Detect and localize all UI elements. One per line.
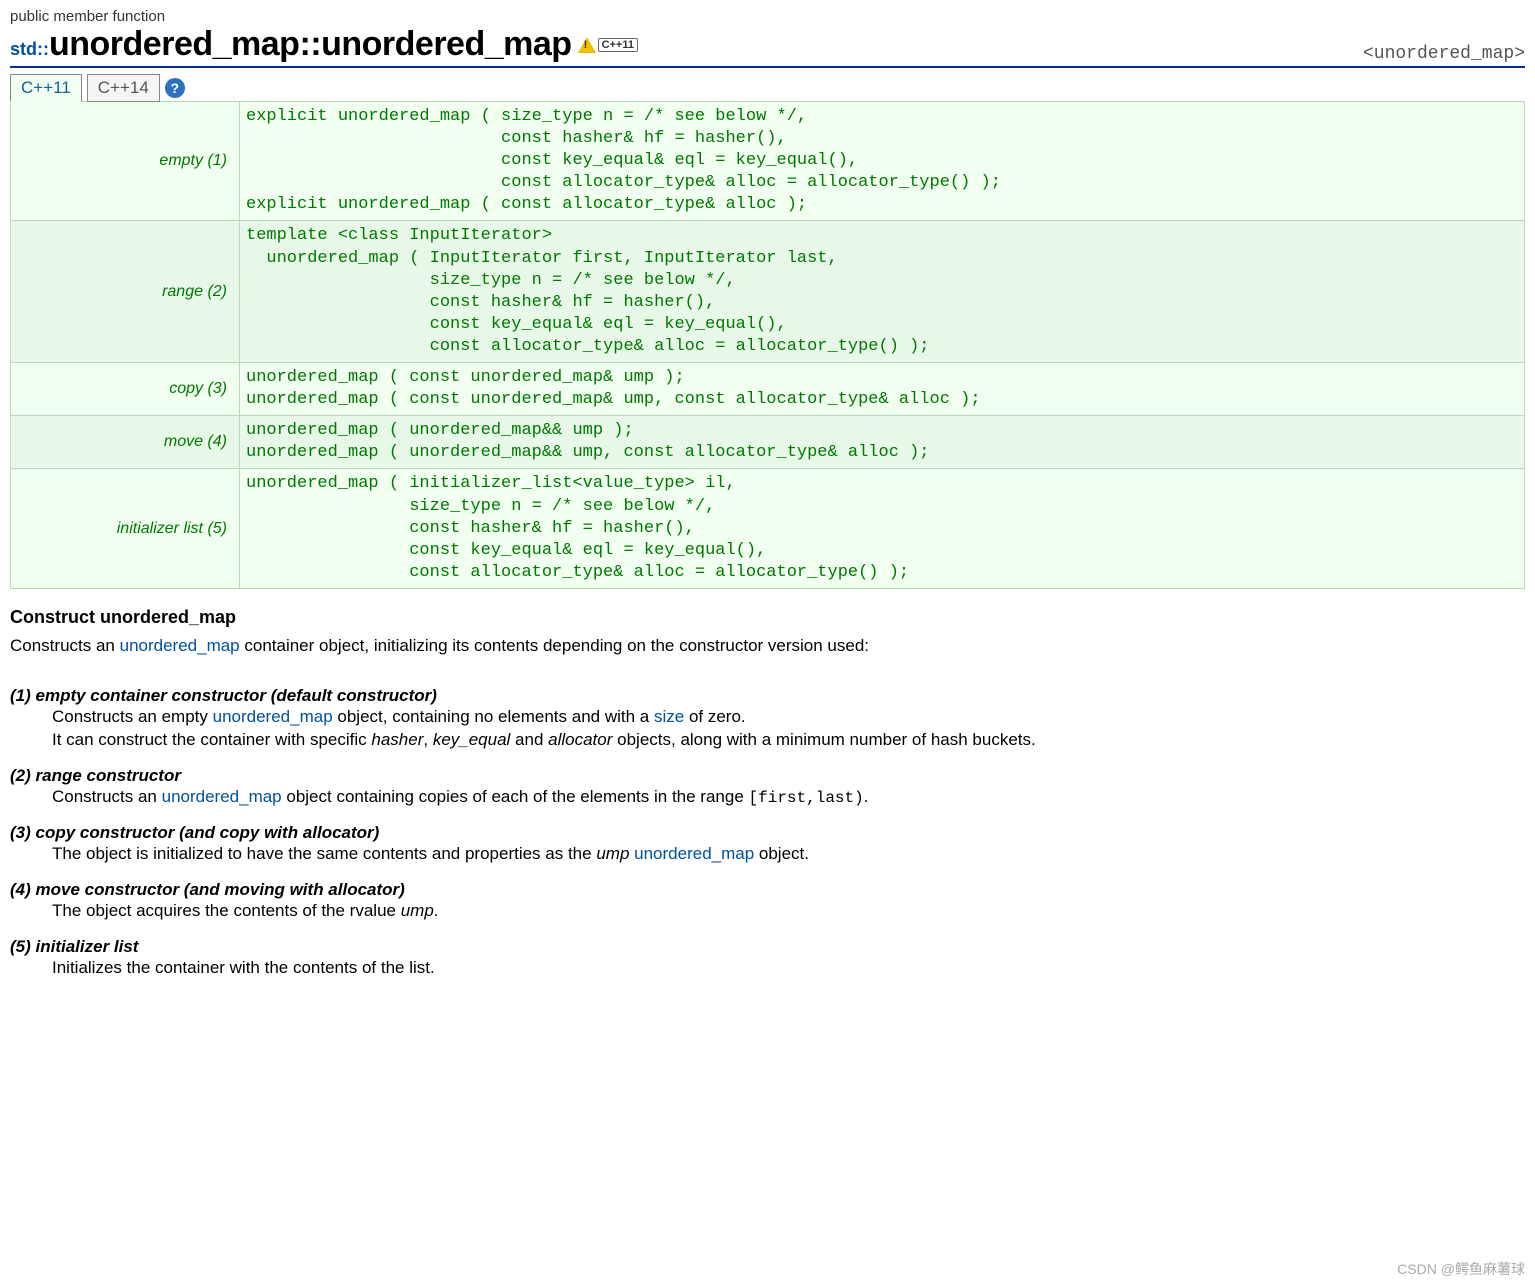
constructor-4-desc: The object acquires the contents of the … [52,900,1525,923]
table-row: move (4) unordered_map ( unordered_map&&… [11,416,1525,469]
desc-text: . [434,901,439,920]
constructor-list: (1) empty container constructor (default… [10,686,1525,980]
constructor-1-title: (1) empty container constructor (default… [10,686,1525,706]
intro-text: container object, initializing its conte… [240,636,869,655]
section-title: Construct unordered_map [10,607,1525,628]
intro-text: Constructs an [10,636,120,655]
desc-text: Constructs an empty [52,707,213,726]
link-size[interactable]: size [654,707,684,726]
prototype-table: empty (1) explicit unordered_map ( size_… [10,101,1525,589]
header-include: <unordered_map> [1363,44,1525,64]
warning-icon[interactable]: C++11 [578,37,638,53]
desc-text: objects, along with a minimum number of … [612,730,1035,749]
desc-text: object, containing no elements and with … [333,707,654,726]
proto-label: initializer list (5) [11,469,240,588]
help-icon[interactable]: ? [165,78,185,98]
namespace-prefix: std:: [10,39,49,59]
proto-code: unordered_map ( unordered_map&& ump ); u… [240,416,1525,469]
subtitle: public member function [10,8,638,25]
constructor-3-desc: The object is initialized to have the sa… [52,843,1525,866]
warning-triangle-icon [578,37,596,53]
constructor-4-title: (4) move constructor (and moving with al… [10,880,1525,900]
desc-em: ump [401,901,434,920]
desc-text: Initializes the container with the conte… [52,958,435,977]
desc-em: hasher [371,730,423,749]
desc-em: ump [596,844,629,863]
tab-cpp14[interactable]: C++14 [87,74,160,102]
table-row: initializer list (5) unordered_map ( ini… [11,469,1525,588]
proto-label: range (2) [11,221,240,363]
proto-code: explicit unordered_map ( size_type n = /… [240,102,1525,221]
desc-text: , [423,730,432,749]
version-tabs: C++11 C++14 ? [10,74,1525,102]
desc-text: It can construct the container with spec… [52,730,371,749]
desc-text: The object acquires the contents of the … [52,901,401,920]
table-row: copy (3) unordered_map ( const unordered… [11,363,1525,416]
constructor-3-title: (3) copy constructor (and copy with allo… [10,823,1525,843]
proto-label: empty (1) [11,102,240,221]
desc-text: of zero. [684,707,745,726]
proto-code: unordered_map ( const unordered_map& ump… [240,363,1525,416]
title-block: public member function std::unordered_ma… [10,8,638,64]
desc-text: object containing copies of each of the … [282,787,749,806]
link-unordered-map[interactable]: unordered_map [162,787,282,806]
desc-text: object. [754,844,809,863]
desc-em: key_equal [433,730,511,749]
link-unordered-map[interactable]: unordered_map [120,636,240,655]
proto-label: copy (3) [11,363,240,416]
table-row: empty (1) explicit unordered_map ( size_… [11,102,1525,221]
watermark: CSDN @鳄鱼麻薯球 [1397,1259,1525,1279]
desc-text: Constructs an [52,787,162,806]
proto-code: template <class InputIterator> unordered… [240,221,1525,363]
desc-text: The object is initialized to have the sa… [52,844,596,863]
proto-label: move (4) [11,416,240,469]
constructor-5-title: (5) initializer list [10,937,1525,957]
link-unordered-map[interactable]: unordered_map [634,844,754,863]
page-header: public member function std::unordered_ma… [10,8,1525,68]
proto-code: unordered_map ( initializer_list<value_t… [240,469,1525,588]
intro-paragraph: Constructs an unordered_map container ob… [10,634,1525,658]
cpp-badge: C++11 [598,38,638,52]
desc-em: allocator [548,730,612,749]
tab-cpp11[interactable]: C++11 [10,74,82,102]
page-title: std::unordered_map::unordered_map C++11 [10,25,638,64]
constructor-2-desc: Constructs an unordered_map object conta… [52,786,1525,810]
desc-code: [first,last) [749,789,864,807]
constructor-1-desc: Constructs an empty unordered_map object… [52,706,1525,752]
constructor-5-desc: Initializes the container with the conte… [52,957,1525,980]
desc-text: . [864,787,869,806]
link-unordered-map[interactable]: unordered_map [213,707,333,726]
class-name: unordered_map [49,25,299,63]
table-row: range (2) template <class InputIterator>… [11,221,1525,363]
scope-sep: :: [299,25,321,63]
desc-text: and [510,730,548,749]
member-name: unordered_map [321,25,571,63]
constructor-2-title: (2) range constructor [10,766,1525,786]
